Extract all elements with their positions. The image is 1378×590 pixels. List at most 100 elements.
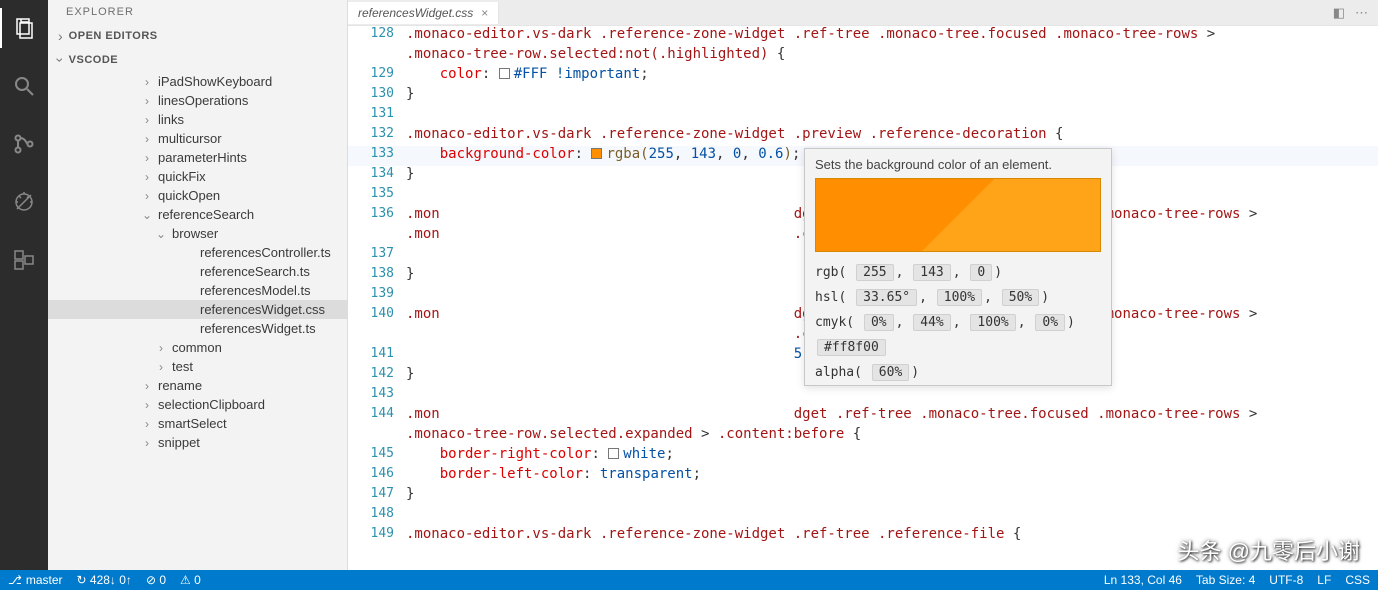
chevron-right-icon: › [156, 341, 166, 355]
line-number: 137 [348, 246, 406, 261]
code-line[interactable]: 129 color: #FFF !important; [348, 66, 1378, 86]
tree-folder[interactable]: ›test [48, 357, 347, 376]
tree-file[interactable]: referencesController.ts [48, 243, 347, 262]
code-line[interactable]: 131 [348, 106, 1378, 126]
tree-item-label: referencesWidget.css [200, 302, 325, 317]
code-line[interactable]: 128.monaco-editor.vs-dark .reference-zon… [348, 26, 1378, 46]
chevron-down-icon: ⌄ [156, 227, 166, 241]
color-hsl-row[interactable]: hsl( 33.65°, 100%, 50%) [805, 285, 1111, 310]
line-number: 135 [348, 186, 406, 201]
line-number: 145 [348, 446, 406, 461]
close-icon[interactable]: × [481, 6, 488, 20]
color-cmyk-row[interactable]: cmyk( 0%, 44%, 100%, 0%) [805, 310, 1111, 335]
tree-folder[interactable]: ›rename [48, 376, 347, 395]
code-line[interactable]: 132.monaco-editor.vs-dark .reference-zon… [348, 126, 1378, 146]
tab-referenceswidget-css[interactable]: referencesWidget.css × [348, 2, 499, 24]
tree-file[interactable]: referencesModel.ts [48, 281, 347, 300]
hover-description: Sets the background color of an element. [805, 149, 1111, 178]
code-text: .monaco-tree-row.selected.expanded > .co… [406, 426, 861, 442]
code-text: .mon dget .ref-tree .monaco-tree.focused… [406, 406, 1266, 422]
chevron-down-icon: ⌄ [142, 208, 152, 222]
tree-folder[interactable]: ›parameterHints [48, 148, 347, 167]
status-eol[interactable]: LF [1317, 573, 1331, 587]
code-text: } [406, 166, 414, 182]
chevron-down-icon [58, 52, 63, 68]
tree-item-label: snippet [158, 435, 200, 450]
tree-folder[interactable]: ›selectionClipboard [48, 395, 347, 414]
code-line[interactable]: 148 [348, 506, 1378, 526]
activity-debug-icon[interactable] [0, 182, 48, 222]
status-encoding[interactable]: UTF-8 [1269, 573, 1303, 587]
tree-folder[interactable]: ⌄referenceSearch [48, 205, 347, 224]
activity-bar [0, 0, 48, 570]
code-line[interactable]: 130} [348, 86, 1378, 106]
color-rgb-row[interactable]: rgb( 255, 143, 0) [805, 260, 1111, 285]
color-hex-row[interactable]: #ff8f00 [805, 335, 1111, 360]
line-number: 147 [348, 486, 406, 501]
line-number: 132 [348, 126, 406, 141]
activity-search-icon[interactable] [0, 66, 48, 106]
tree-item-label: browser [172, 226, 218, 241]
tree-folder[interactable]: ›common [48, 338, 347, 357]
status-cursor[interactable]: Ln 133, Col 46 [1104, 573, 1182, 587]
code-line[interactable]: 146 border-left-color: transparent; [348, 466, 1378, 486]
code-line[interactable]: 149.monaco-editor.vs-dark .reference-zon… [348, 526, 1378, 546]
status-warnings[interactable]: ⚠ 0 [180, 573, 201, 587]
code-text: background-color: rgba(255, 143, 0, 0.6)… [406, 146, 800, 162]
line-number: 131 [348, 106, 406, 121]
tree-folder[interactable]: ›links [48, 110, 347, 129]
tree-folder[interactable]: ›linesOperations [48, 91, 347, 110]
file-tree[interactable]: ›iPadShowKeyboard›linesOperations›links›… [48, 72, 347, 570]
section-vscode[interactable]: VSCODE [48, 48, 347, 72]
tree-item-label: iPadShowKeyboard [158, 74, 272, 89]
status-bar: ⎇ master ↻ 428↓ 0↑ ⊘ 0 ⚠ 0 Ln 133, Col 4… [0, 570, 1378, 590]
tree-folder[interactable]: ›multicursor [48, 129, 347, 148]
code-text: .monaco-editor.vs-dark .reference-zone-w… [406, 526, 1021, 542]
section-open-editors[interactable]: OPEN EDITORS [48, 24, 347, 48]
chevron-right-icon: › [142, 398, 152, 412]
more-icon[interactable]: ⋯ [1355, 5, 1368, 21]
tree-file[interactable]: referencesWidget.ts [48, 319, 347, 338]
code-line[interactable]: .monaco-tree-row.selected.expanded > .co… [348, 426, 1378, 446]
code-line[interactable]: 145 border-right-color: white; [348, 446, 1378, 466]
tree-file[interactable]: referenceSearch.ts [48, 262, 347, 281]
status-tabsize[interactable]: Tab Size: 4 [1196, 573, 1255, 587]
split-editor-icon[interactable]: ◧ [1333, 5, 1345, 21]
activity-git-icon[interactable] [0, 124, 48, 164]
line-number: 128 [348, 26, 406, 41]
activity-explorer-icon[interactable] [0, 8, 48, 48]
status-sync[interactable]: ↻ 428↓ 0↑ [77, 573, 132, 587]
code-line[interactable]: 143 [348, 386, 1378, 406]
line-number: 143 [348, 386, 406, 401]
code-text: 5, .2); [406, 346, 853, 362]
code-line[interactable]: .monaco-tree-row.selected:not(.highlight… [348, 46, 1378, 66]
section-label: VSCODE [69, 54, 118, 66]
tree-folder[interactable]: ›quickFix [48, 167, 347, 186]
tree-folder[interactable]: ›quickOpen [48, 186, 347, 205]
line-number: 134 [348, 166, 406, 181]
tree-file[interactable]: referencesWidget.css [48, 300, 347, 319]
tree-folder[interactable]: › iPadShowKeyboard [48, 72, 347, 91]
status-errors[interactable]: ⊘ 0 [146, 573, 166, 587]
tree-folder[interactable]: ⌄ browser [48, 224, 347, 243]
chevron-right-icon: › [142, 436, 152, 450]
tree-item-label: referencesWidget.ts [200, 321, 316, 336]
tree-item-label: rename [158, 378, 202, 393]
code-line[interactable]: 147} [348, 486, 1378, 506]
tree-item-label: parameterHints [158, 150, 247, 165]
tree-item-label: referencesModel.ts [200, 283, 311, 298]
color-alpha-row[interactable]: alpha( 60%) [805, 360, 1111, 385]
code-line[interactable]: 144.mon dget .ref-tree .monaco-tree.focu… [348, 406, 1378, 426]
line-number: 129 [348, 66, 406, 81]
status-language[interactable]: CSS [1345, 573, 1370, 587]
status-branch[interactable]: ⎇ master [8, 573, 63, 587]
chevron-right-icon: › [142, 75, 152, 89]
sidebar: EXPLORER OPEN EDITORS VSCODE ›iPadShowKe… [48, 0, 348, 570]
activity-extensions-icon[interactable] [0, 240, 48, 280]
tree-item-label: referenceSearch.ts [200, 264, 310, 279]
color-preview[interactable] [815, 178, 1101, 252]
tree-folder[interactable]: › snippet [48, 433, 347, 452]
chevron-right-icon: › [142, 132, 152, 146]
line-number: 142 [348, 366, 406, 381]
tree-folder[interactable]: ›smartSelect [48, 414, 347, 433]
